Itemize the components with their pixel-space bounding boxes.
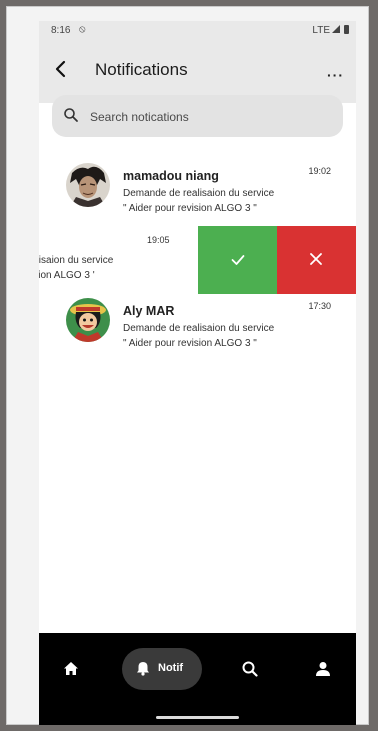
close-icon bbox=[310, 253, 322, 265]
samurai-avatar bbox=[66, 163, 110, 207]
sender-name: mamadou niang bbox=[123, 169, 219, 183]
notification-time: 17:30 bbox=[308, 301, 331, 311]
notification-text: Demande de realisaion du service bbox=[123, 323, 275, 334]
notification-service: " Aider pour revision ALGO 3 " bbox=[123, 203, 257, 214]
app-bar: Notifications ··· bbox=[39, 43, 356, 103]
battery-icon bbox=[344, 25, 349, 34]
search-icon bbox=[64, 108, 78, 122]
back-arrow-icon[interactable] bbox=[49, 57, 73, 81]
nav-notifications-tab[interactable]: Notif bbox=[122, 648, 202, 690]
profile-icon[interactable] bbox=[313, 659, 333, 679]
network-label: LTE bbox=[312, 25, 330, 36]
luffy-avatar bbox=[66, 298, 110, 342]
notification-service: ision ALGO 3 ' bbox=[39, 270, 95, 281]
swiped-notification-item[interactable]: 19:05 alisaion du service ision ALGO 3 ' bbox=[39, 226, 356, 294]
notification-service: " Aider pour revision ALGO 3 " bbox=[123, 338, 257, 349]
notification-item[interactable]: Aly MAR Demande de realisaion du service… bbox=[39, 298, 356, 360]
home-icon[interactable] bbox=[61, 659, 81, 679]
accept-button[interactable] bbox=[198, 226, 277, 294]
sender-name: Aly MAR bbox=[123, 304, 175, 318]
signal-icon bbox=[332, 25, 340, 33]
nav-notifications-label: Notif bbox=[158, 662, 184, 674]
notification-time: 19:05 bbox=[147, 235, 170, 245]
bell-icon bbox=[137, 662, 149, 676]
notification-item[interactable]: mamadou niang Demande de realisaion du s… bbox=[39, 163, 356, 225]
more-options-icon[interactable]: ··· bbox=[327, 67, 344, 83]
status-time: 8:16 bbox=[51, 25, 71, 36]
notification-text: Demande de realisaion du service bbox=[123, 188, 275, 199]
status-bar: 8:16 ⦸ LTE bbox=[39, 21, 356, 43]
notification-time: 19:02 bbox=[308, 166, 331, 176]
reject-button[interactable] bbox=[277, 226, 356, 294]
phone-screen: 8:16 ⦸ LTE Notifications ··· Search noti… bbox=[39, 21, 356, 725]
search-input[interactable] bbox=[88, 105, 332, 129]
bottom-navigation: Notif bbox=[39, 633, 356, 725]
search-bar[interactable] bbox=[52, 95, 343, 137]
do-not-disturb-icon: ⦸ bbox=[79, 24, 86, 35]
check-icon bbox=[231, 255, 245, 265]
page-title: Notifications bbox=[95, 60, 188, 79]
search-icon[interactable] bbox=[240, 659, 260, 679]
notification-text: alisaion du service bbox=[39, 255, 114, 266]
home-indicator bbox=[156, 716, 239, 719]
